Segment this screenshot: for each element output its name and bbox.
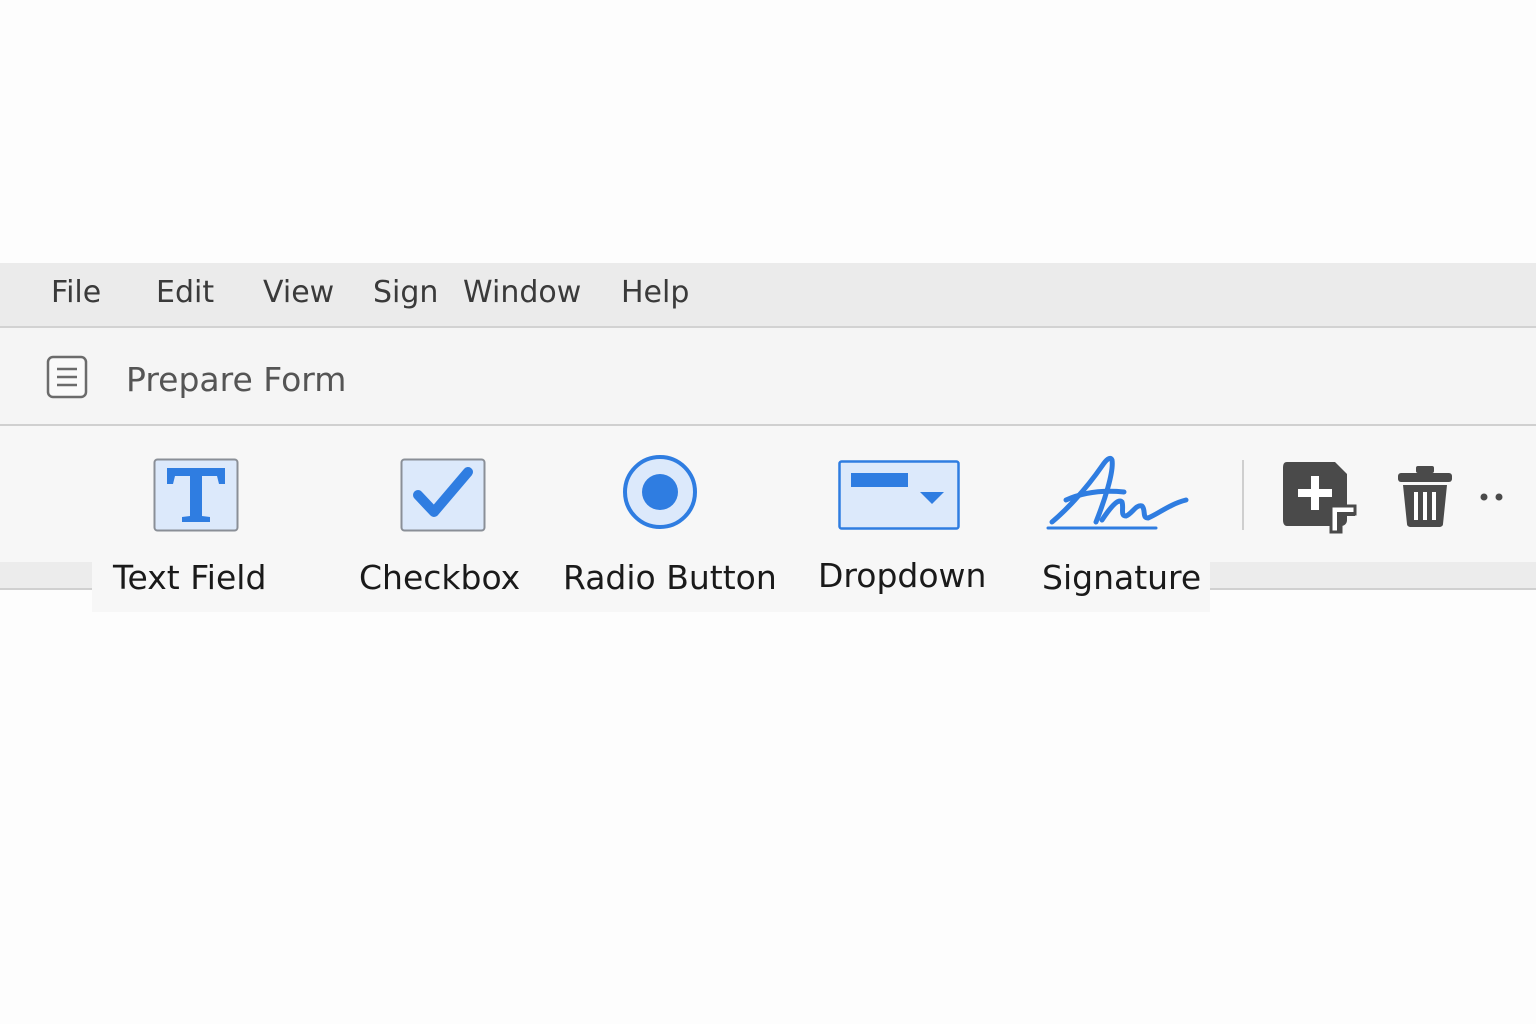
menu-edit[interactable]: Edit	[156, 275, 214, 311]
app-window: File Edit View Sign Window Help Prepare …	[0, 0, 1536, 1024]
tool-label-dropdown: Dropdown	[818, 556, 987, 595]
menu-help[interactable]: Help	[621, 275, 689, 311]
tool-label-checkbox: Checkbox	[359, 558, 521, 597]
signature-icon	[1046, 455, 1189, 530]
menu-window[interactable]: Window	[463, 275, 581, 311]
form-document-icon[interactable]	[46, 355, 88, 399]
more-icon[interactable]	[1478, 490, 1506, 504]
checkbox-icon	[400, 458, 486, 532]
dropdown-icon	[838, 460, 960, 530]
menu-view[interactable]: View	[263, 275, 334, 311]
text-field-icon	[153, 458, 239, 532]
tool-label-radio-button: Radio Button	[563, 558, 777, 597]
tool-label-signature: Signature	[1042, 558, 1202, 597]
radio-button-icon	[623, 455, 697, 529]
add-field-icon[interactable]	[1281, 460, 1359, 534]
tool-label-text-field: Text Field	[113, 558, 267, 597]
form-header: Prepare Form	[0, 328, 1536, 426]
trash-icon[interactable]	[1396, 464, 1454, 528]
menu-bar: File Edit View Sign Window Help	[0, 263, 1536, 328]
menu-sign[interactable]: Sign	[373, 275, 438, 311]
page-title: Prepare Form	[126, 360, 347, 399]
toolbar-separator	[1242, 460, 1244, 530]
menu-file[interactable]: File	[51, 275, 101, 311]
